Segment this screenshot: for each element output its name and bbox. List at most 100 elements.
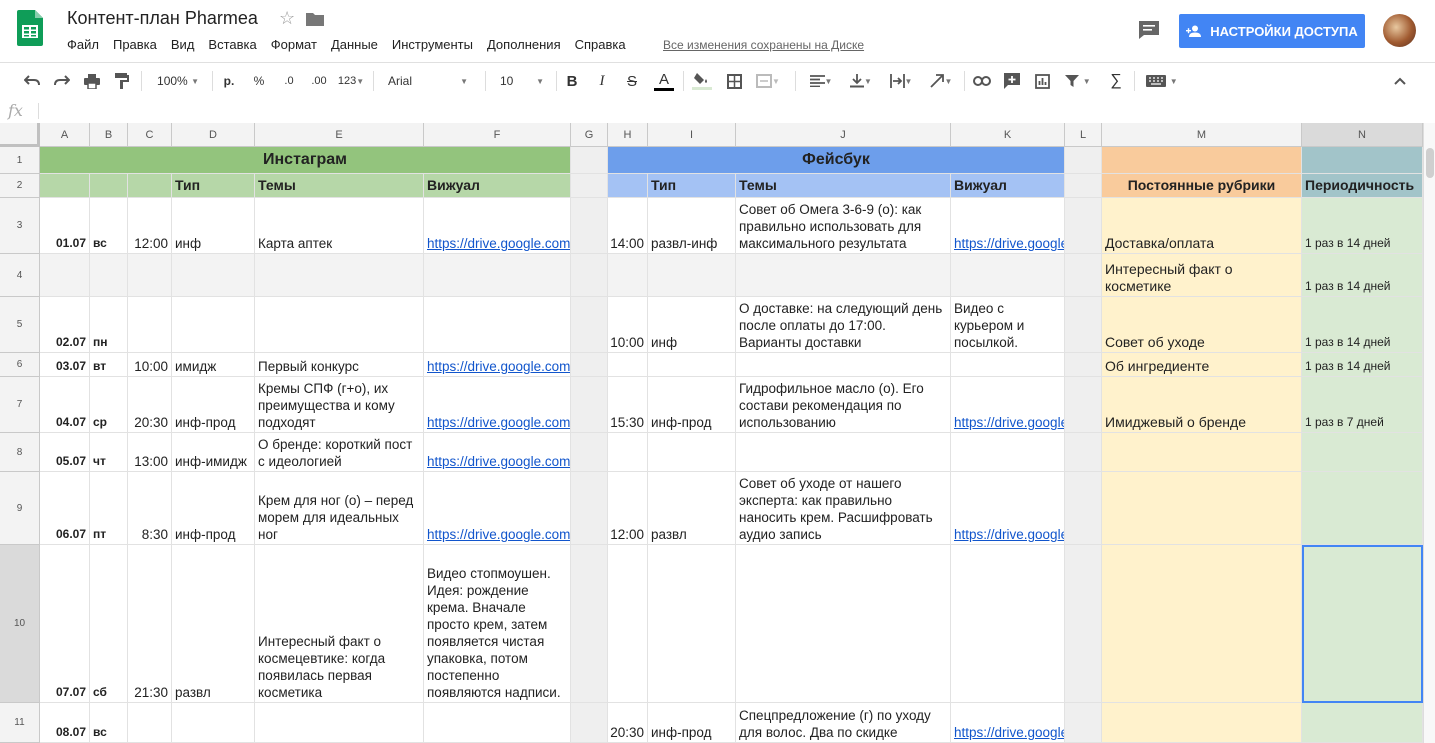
topic-cell[interactable]: Кремы СПФ (г+о), их преимущества и кому …: [255, 377, 424, 433]
cell-f4[interactable]: [424, 254, 571, 297]
visual-cell[interactable]: Видео стопмоушен. Идея: рождение крема. …: [424, 545, 571, 703]
row-header-4[interactable]: 4: [0, 254, 40, 297]
period-cell[interactable]: 1 раз в 14 дней: [1302, 254, 1423, 297]
row-header-2[interactable]: 2: [0, 174, 40, 198]
type-cell[interactable]: развл-инф: [648, 198, 736, 254]
cell-l11[interactable]: [1065, 703, 1102, 743]
period-cell[interactable]: 1 раз в 14 дней: [1302, 198, 1423, 254]
time-cell[interactable]: 14:00: [608, 198, 648, 254]
weekday-cell[interactable]: вс: [90, 198, 128, 254]
header-visual-instagram[interactable]: Вижуал: [424, 174, 571, 198]
cell-c4[interactable]: [128, 254, 172, 297]
date-cell[interactable]: 06.07: [40, 472, 90, 545]
column-header-k[interactable]: K: [951, 123, 1065, 147]
vertical-align-icon[interactable]: ▼: [844, 63, 878, 99]
type-cell[interactable]: инф: [172, 198, 255, 254]
weekday-cell[interactable]: ср: [90, 377, 128, 433]
column-header-h[interactable]: H: [608, 123, 648, 147]
weekday-cell[interactable]: вс: [90, 703, 128, 743]
cell-l1[interactable]: [1065, 147, 1102, 174]
type-cell[interactable]: инф-прод: [648, 377, 736, 433]
rubric-cell[interactable]: Совет об уходе: [1102, 297, 1302, 353]
cell-j4[interactable]: [736, 254, 951, 297]
row-header-1[interactable]: 1: [0, 147, 40, 174]
menu-file[interactable]: Файл: [67, 37, 99, 52]
visual-cell[interactable]: https://drive.google.com: [424, 198, 571, 254]
visual-link[interactable]: https://drive.google.com: [427, 453, 570, 470]
borders-icon[interactable]: [722, 63, 746, 99]
column-header-i[interactable]: I: [648, 123, 736, 147]
type-cell[interactable]: инф-прод: [172, 472, 255, 545]
menu-addons[interactable]: Дополнения: [487, 37, 561, 52]
time-cell[interactable]: 13:00: [128, 433, 172, 472]
header-rubrics[interactable]: Постоянные рубрики: [1102, 174, 1302, 198]
time-cell[interactable]: 12:00: [608, 472, 648, 545]
cell-i8[interactable]: [648, 433, 736, 472]
menu-format[interactable]: Формат: [271, 37, 317, 52]
cell-l3[interactable]: [1065, 198, 1102, 254]
menu-data[interactable]: Данные: [331, 37, 378, 52]
star-icon[interactable]: ☆: [279, 8, 295, 29]
column-header-d[interactable]: D: [172, 123, 255, 147]
text-color-button[interactable]: A: [652, 63, 676, 99]
date-cell[interactable]: 08.07: [40, 703, 90, 743]
cell-e4[interactable]: [255, 254, 424, 297]
cell-k10[interactable]: [951, 545, 1065, 703]
scrollbar-thumb[interactable]: [1426, 148, 1434, 178]
column-header-e[interactable]: E: [255, 123, 424, 147]
horizontal-align-icon[interactable]: ▼: [804, 63, 838, 99]
merge-cells-icon[interactable]: ▼: [752, 63, 784, 99]
date-cell[interactable]: 05.07: [40, 433, 90, 472]
insert-link-icon[interactable]: [970, 63, 994, 99]
comments-icon[interactable]: [1138, 20, 1160, 40]
visual-link[interactable]: https://drive.google.com: [954, 235, 1064, 252]
time-cell[interactable]: 15:30: [608, 377, 648, 433]
type-cell[interactable]: инф: [648, 297, 736, 353]
cell-f11[interactable]: [424, 703, 571, 743]
insert-chart-icon[interactable]: [1030, 63, 1054, 99]
cell-d11[interactable]: [172, 703, 255, 743]
row-header-3[interactable]: 3: [0, 198, 40, 254]
type-cell[interactable]: развл: [172, 545, 255, 703]
cell-n9[interactable]: [1302, 472, 1423, 545]
cell-g6[interactable]: [571, 353, 608, 377]
cell-i6[interactable]: [648, 353, 736, 377]
visual-link[interactable]: https://drive.google.com: [427, 414, 570, 431]
cell-l5[interactable]: [1065, 297, 1102, 353]
instagram-title-cell[interactable]: Инстаграм: [40, 147, 571, 174]
row-header-7[interactable]: 7: [0, 377, 40, 433]
visual-link[interactable]: https://drive.google.com: [427, 235, 570, 252]
topic-cell[interactable]: Совет об уходе от нашего эксперта: как п…: [736, 472, 951, 545]
italic-button[interactable]: I: [592, 63, 612, 99]
weekday-cell[interactable]: пн: [90, 297, 128, 353]
visual-cell[interactable]: https://drive.google.com: [424, 353, 571, 377]
topic-cell[interactable]: Совет об Омега 3-6-9 (о): как правильно …: [736, 198, 951, 254]
visual-link[interactable]: https://drive.google.com: [427, 358, 570, 375]
visual-cell[interactable]: https://drive.google.com: [951, 703, 1065, 743]
date-cell[interactable]: 02.07: [40, 297, 90, 353]
cell-g5[interactable]: [571, 297, 608, 353]
time-cell[interactable]: 10:00: [608, 297, 648, 353]
column-header-l[interactable]: L: [1065, 123, 1102, 147]
period-cell[interactable]: 1 раз в 14 дней: [1302, 297, 1423, 353]
topic-cell[interactable]: Интересный факт о космецевтике: когда по…: [255, 545, 424, 703]
topic-cell[interactable]: Гидрофильное масло (о). Его состави реко…: [736, 377, 951, 433]
row-header-11[interactable]: 11: [0, 703, 40, 743]
insert-comment-icon[interactable]: [1000, 63, 1024, 99]
cell-n1[interactable]: [1302, 147, 1423, 174]
row-header-10[interactable]: 10: [0, 545, 40, 703]
cell-h4[interactable]: [608, 254, 648, 297]
cell-k6[interactable]: [951, 353, 1065, 377]
cell-n8[interactable]: [1302, 433, 1423, 472]
type-cell[interactable]: развл: [648, 472, 736, 545]
time-cell[interactable]: 12:00: [128, 198, 172, 254]
row-header-6[interactable]: 6: [0, 353, 40, 377]
cell-g3[interactable]: [571, 198, 608, 254]
cell-j8[interactable]: [736, 433, 951, 472]
topic-cell[interactable]: Карта аптек: [255, 198, 424, 254]
date-cell[interactable]: 04.07: [40, 377, 90, 433]
undo-icon[interactable]: [20, 63, 44, 99]
topic-cell[interactable]: Крем для ног (о) – перед морем для идеал…: [255, 472, 424, 545]
share-button[interactable]: НАСТРОЙКИ ДОСТУПА: [1179, 14, 1365, 48]
cell-b2[interactable]: [90, 174, 128, 198]
